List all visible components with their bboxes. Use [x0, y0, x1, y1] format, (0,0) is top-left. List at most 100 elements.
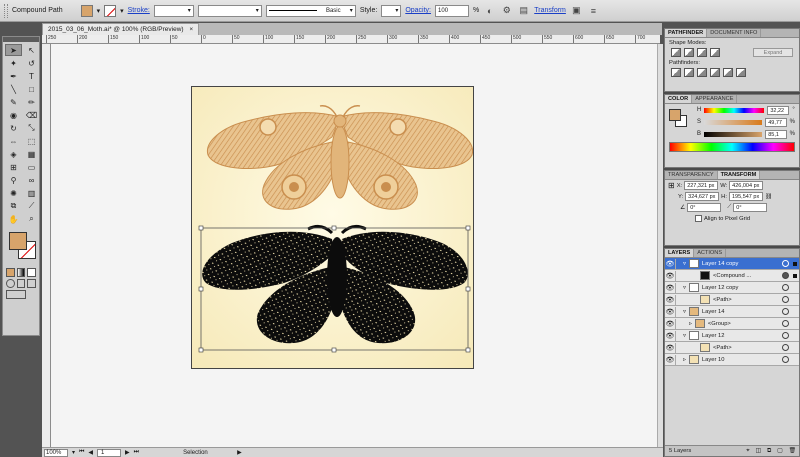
- selection-tool-icon[interactable]: ➤: [5, 44, 22, 56]
- target-icon[interactable]: [782, 356, 789, 363]
- style-dropdown[interactable]: ▾: [381, 4, 402, 17]
- screen-mode-icon[interactable]: [6, 290, 26, 299]
- tan-moth[interactable]: [207, 105, 473, 210]
- gradient-tool-icon[interactable]: ▭: [23, 161, 40, 173]
- stroke-link[interactable]: Stroke:: [128, 7, 150, 14]
- vertical-ruler[interactable]: [42, 44, 51, 447]
- fill-swatch[interactable]: [80, 4, 93, 17]
- perspective-grid-tool-icon[interactable]: ▦: [23, 148, 40, 160]
- reference-point-icon[interactable]: ⊞: [668, 181, 675, 190]
- angle-input[interactable]: 0°: [687, 203, 722, 212]
- direct-selection-tool-icon[interactable]: ↖: [23, 44, 40, 56]
- horizontal-ruler[interactable]: 250 200 150 100 50 0 50 100 150 200 250 300 350 400 45…: [42, 35, 660, 44]
- tab-pathfinder[interactable]: PATHFINDER: [665, 29, 708, 37]
- tab-appearance[interactable]: APPEARANCE: [692, 95, 738, 103]
- eye-icon[interactable]: 👁: [665, 284, 675, 292]
- layer-row[interactable]: 👁 ▹ Layer 10: [665, 354, 799, 366]
- y-input[interactable]: 324,627 px: [685, 192, 720, 201]
- artboard[interactable]: [191, 86, 474, 369]
- hue-input[interactable]: 32,22: [767, 105, 790, 115]
- color-mode-icon[interactable]: [6, 268, 15, 277]
- expand-arrow-icon[interactable]: ▹: [683, 357, 686, 363]
- exclude-icon[interactable]: [710, 48, 720, 57]
- tab-transparency[interactable]: TRANSPARENCY: [665, 171, 718, 179]
- h-input[interactable]: 195,547 px: [728, 192, 763, 201]
- column-graph-tool-icon[interactable]: ▥: [23, 187, 40, 199]
- pencil-tool-icon[interactable]: ✏: [23, 96, 40, 108]
- selection-indicator[interactable]: [793, 273, 797, 278]
- new-layer-icon[interactable]: ▢: [777, 448, 782, 454]
- merge-icon[interactable]: [697, 68, 707, 77]
- expand-arrow-icon[interactable]: ▿: [683, 285, 686, 291]
- w-input[interactable]: 426,004 px: [729, 181, 764, 190]
- layer-row[interactable]: 👁 ▿ Layer 12 copy: [665, 282, 799, 294]
- eye-icon[interactable]: 👁: [665, 296, 675, 304]
- zoom-level-field[interactable]: 100%: [44, 448, 68, 457]
- lasso-tool-icon[interactable]: ↺: [23, 57, 40, 69]
- eye-icon[interactable]: 👁: [665, 344, 675, 352]
- transform-link[interactable]: Transform: [534, 7, 566, 14]
- artboard-number-field[interactable]: 1: [97, 448, 122, 457]
- tab-color[interactable]: COLOR: [665, 95, 693, 103]
- status-mode[interactable]: Selection: [143, 449, 233, 457]
- layer-row[interactable]: 👁 ▿ Layer 14: [665, 306, 799, 318]
- target-icon[interactable]: [782, 296, 789, 303]
- divide-icon[interactable]: [671, 68, 681, 77]
- layer-row[interactable]: 👁 <Path>: [665, 294, 799, 306]
- status-arrow-icon[interactable]: ▶: [237, 449, 242, 456]
- opacity-input[interactable]: 100: [435, 4, 470, 17]
- recolor-icon[interactable]: ◐: [483, 4, 496, 17]
- selection-indicator[interactable]: [793, 261, 797, 266]
- color-spectrum[interactable]: [669, 142, 795, 152]
- last-page-icon[interactable]: ⏭: [134, 449, 139, 456]
- paintbrush-tool-icon[interactable]: ✎: [5, 96, 22, 108]
- color-fill-box[interactable]: [669, 109, 681, 121]
- zoom-tool-icon[interactable]: ⌕: [23, 213, 40, 225]
- target-icon[interactable]: [782, 320, 789, 327]
- trash-icon[interactable]: 🗑: [789, 448, 796, 454]
- eye-icon[interactable]: 👁: [665, 260, 675, 268]
- intersect-icon[interactable]: [697, 48, 707, 57]
- fill-color-box[interactable]: [9, 232, 27, 250]
- draw-normal-icon[interactable]: [6, 279, 15, 288]
- target-icon[interactable]: [782, 308, 789, 315]
- unite-icon[interactable]: [671, 48, 681, 57]
- saturation-input[interactable]: 49,77: [765, 117, 787, 127]
- target-icon[interactable]: [782, 272, 789, 279]
- rectangle-tool-icon[interactable]: □: [23, 83, 40, 95]
- isolate-icon[interactable]: ▣: [570, 4, 583, 17]
- hand-tool-icon[interactable]: ✋: [5, 213, 22, 225]
- free-transform-tool-icon[interactable]: ⬚: [23, 135, 40, 147]
- width-tool-icon[interactable]: ⇔: [5, 135, 22, 147]
- vertical-scrollbar[interactable]: [657, 44, 663, 447]
- trim-icon[interactable]: [684, 68, 694, 77]
- first-page-icon[interactable]: ⏮: [79, 449, 84, 456]
- variable-width-dropdown[interactable]: ▾: [197, 4, 262, 17]
- shape-builder-tool-icon[interactable]: ◈: [5, 148, 22, 160]
- align-pixel-checkbox[interactable]: [695, 215, 702, 222]
- tab-transform[interactable]: TRANSFORM: [717, 171, 761, 179]
- target-icon[interactable]: [782, 332, 789, 339]
- pen-tool-icon[interactable]: ✒: [5, 70, 22, 82]
- gradient-mode-icon[interactable]: [16, 268, 26, 277]
- brightness-slider[interactable]: [704, 131, 763, 137]
- none-mode-icon[interactable]: [27, 268, 37, 277]
- rotate-tool-icon[interactable]: ↻: [5, 122, 22, 134]
- expand-arrow-icon[interactable]: ▿: [683, 333, 686, 339]
- link-icon[interactable]: ⛓: [765, 194, 772, 200]
- tab-layers[interactable]: LAYERS: [665, 249, 695, 257]
- eye-icon[interactable]: 👁: [665, 332, 675, 340]
- expand-arrow-icon[interactable]: ▹: [689, 321, 692, 327]
- black-moth[interactable]: [202, 224, 468, 344]
- scale-tool-icon[interactable]: ⤡: [23, 122, 40, 134]
- brush-dropdown[interactable]: Basic ▾: [265, 4, 356, 17]
- target-icon[interactable]: [782, 260, 789, 267]
- brightness-input[interactable]: 85,1: [765, 129, 787, 139]
- eye-icon[interactable]: 👁: [665, 320, 675, 328]
- gear-icon[interactable]: ⚙: [500, 4, 513, 17]
- chevron-down-icon[interactable]: ▾: [97, 7, 101, 15]
- tab-actions[interactable]: ACTIONS: [694, 249, 727, 257]
- eyedropper-tool-icon[interactable]: ⚲: [5, 174, 22, 186]
- expand-arrow-icon[interactable]: ▿: [683, 261, 686, 267]
- layer-row[interactable]: 👁 ▿ Layer 14 copy: [665, 258, 799, 270]
